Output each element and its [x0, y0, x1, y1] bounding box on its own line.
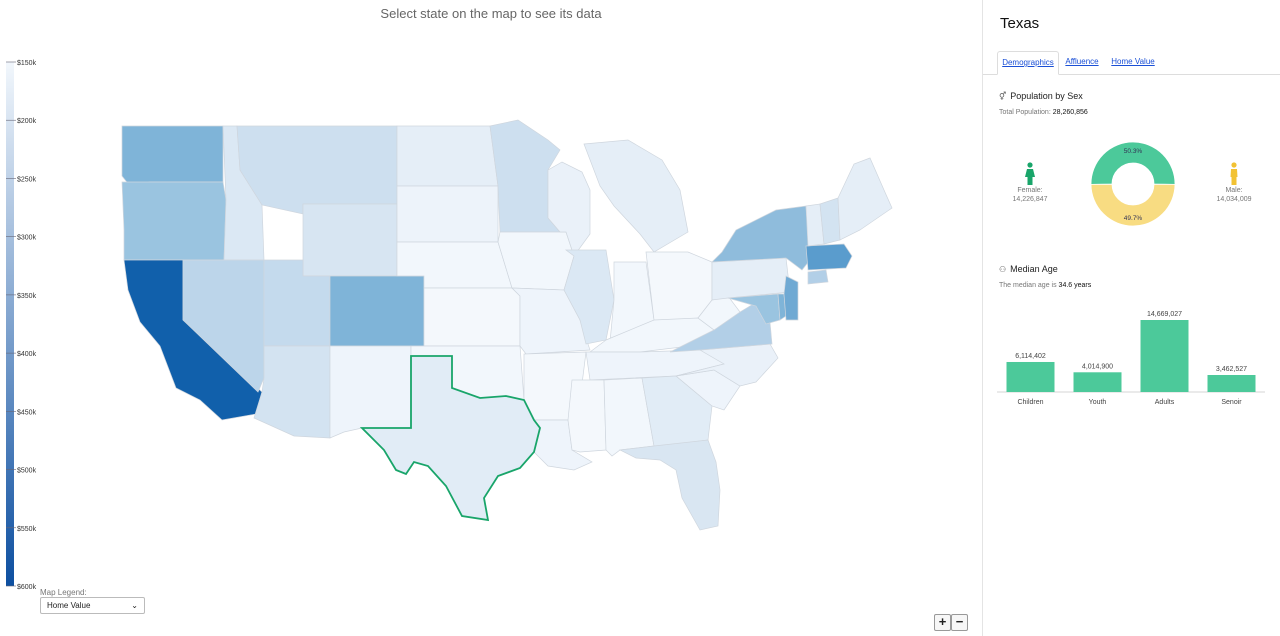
female-pct-label: 50.3%: [1124, 148, 1143, 155]
legend-tick-label: $300k: [17, 235, 37, 242]
age-bar: [1006, 361, 1055, 392]
people-icon: ⚇: [999, 265, 1007, 274]
state-ks: [423, 287, 521, 347]
legend-tick-label: $600k: [17, 584, 37, 591]
map-area: Select state on the map to see its data: [0, 0, 982, 636]
age-category-label: Youth: [1089, 399, 1107, 406]
sex-donut-chart: 50.3% 49.7%: [1090, 141, 1176, 227]
legend-tick-label: $400k: [17, 351, 37, 358]
state-fl: [618, 439, 721, 531]
age-bar-value-label: 3,462,527: [1216, 366, 1247, 373]
legend-label: Map Legend:: [40, 588, 87, 597]
zoom-out-button[interactable]: −: [951, 614, 968, 631]
legend-tick-label: $500k: [17, 468, 37, 475]
age-bar: [1140, 320, 1189, 392]
legend-tick-label: $150k: [17, 60, 37, 67]
state-wy: [302, 203, 398, 277]
state-mt: [236, 125, 398, 215]
state-title: Texas: [1000, 15, 1040, 32]
state-az: [253, 345, 331, 439]
state-nd: [396, 125, 499, 187]
legend-tick-label: $550k: [17, 526, 37, 533]
state-nm: [329, 345, 412, 439]
legend-tick-label: $200k: [17, 118, 37, 125]
chevron-down-icon: ⌄: [131, 601, 138, 610]
age-bar-value-label: 6,114,402: [1015, 353, 1046, 360]
age-bar-value-label: 4,014,900: [1082, 363, 1113, 370]
tab-demographics[interactable]: Demographics: [997, 51, 1059, 75]
state-ms: [567, 379, 607, 453]
legend-tick-label: $250k: [17, 176, 37, 183]
median-age-title: ⚇ Median Age: [999, 264, 1058, 274]
state-ct: [807, 269, 829, 285]
legend-scale: $150k $200k $250k $300k $350k $400k $450k $500k…: [6, 60, 37, 591]
median-age-text: The median age is 34.6 years: [999, 282, 1092, 289]
age-bar: [1073, 372, 1122, 392]
age-bar-value-label: 14,669,027: [1147, 311, 1182, 318]
legend-select[interactable]: Home Value ⌄: [40, 597, 145, 614]
age-category-label: Senoir: [1221, 399, 1242, 406]
male-count: Male: 14,034,009: [1216, 187, 1252, 203]
state-ma: [805, 243, 853, 271]
state-nh: [819, 197, 841, 245]
state-mi: [583, 139, 689, 253]
tab-affluence[interactable]: Affluence: [1063, 51, 1101, 73]
male-pct-label: 49.7%: [1124, 215, 1143, 222]
legend-gradient: [6, 62, 14, 586]
zoom-in-button[interactable]: +: [934, 614, 951, 631]
tab-home-value[interactable]: Home Value: [1109, 51, 1157, 73]
gender-icon: ⚥: [999, 92, 1007, 101]
age-bar: [1207, 375, 1256, 392]
female-count: Female: 14,226,847: [1012, 187, 1048, 203]
state-co: [329, 275, 425, 347]
tab-bar: Demographics Affluence Home Value: [983, 51, 1280, 75]
state-wa: [121, 125, 224, 187]
legend-tick-label: $350k: [17, 293, 37, 300]
age-category-label: Adults: [1155, 399, 1175, 406]
state-details-panel: Texas Demographics Affluence Home Value …: [982, 0, 1280, 636]
state-or: [121, 181, 227, 261]
age-category-label: Children: [1017, 399, 1043, 406]
legend-select-value: Home Value: [47, 601, 91, 610]
population-title: ⚥ Population by Sex: [999, 91, 1083, 101]
state-sd: [396, 185, 499, 243]
legend-tick-label: $450k: [17, 409, 37, 416]
age-bar-chart: 6,114,402 Children 4,014,900 Youth 14,669,02…: [997, 311, 1265, 406]
female-icon: [1025, 162, 1035, 185]
male-icon: [1230, 162, 1238, 185]
total-population: Total Population: 28,260,856: [999, 109, 1088, 116]
us-map[interactable]: [0, 0, 982, 636]
state-me: [837, 157, 893, 241]
state-nj: [783, 275, 799, 321]
